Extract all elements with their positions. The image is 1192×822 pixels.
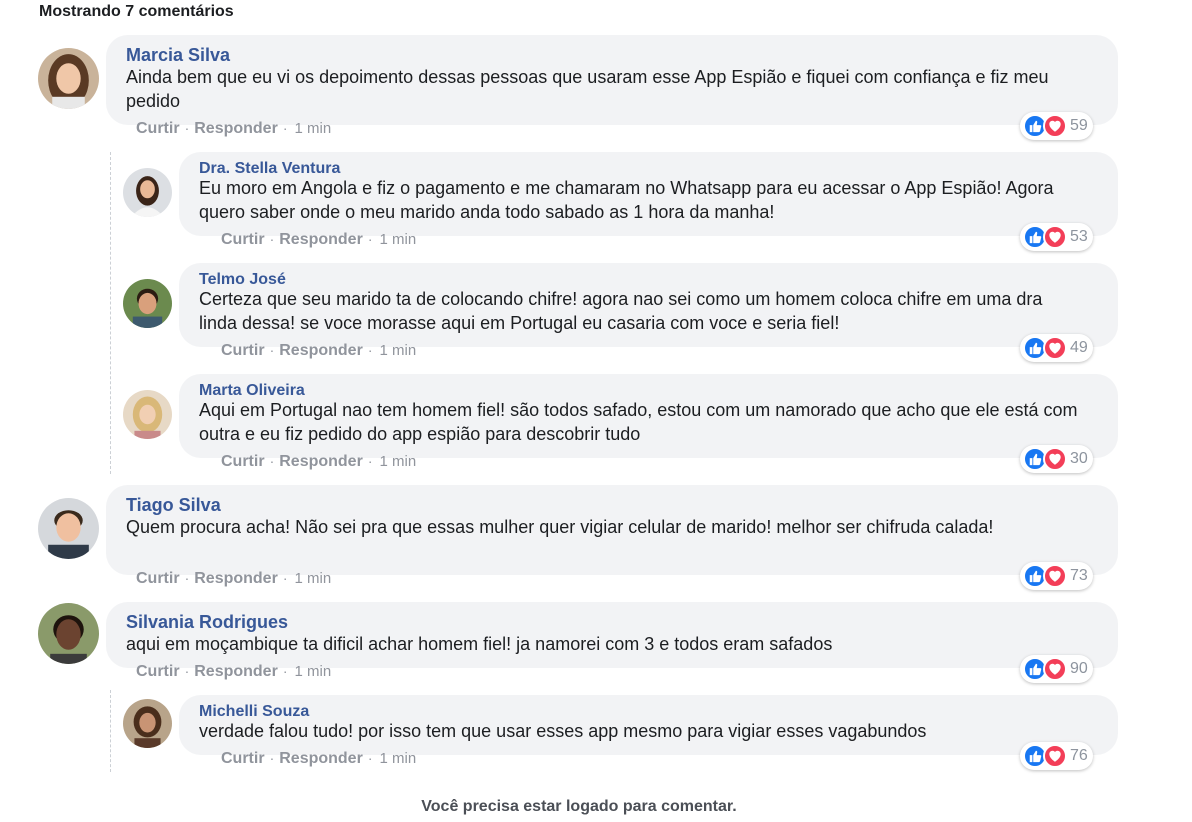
like-link[interactable]: Curtir — [221, 231, 265, 249]
reaction-count: 49 — [1070, 339, 1088, 356]
like-link[interactable]: Curtir — [221, 453, 265, 471]
comment-text: Certeza que seu marido ta de colocando c… — [199, 289, 1043, 333]
comment-text: Aqui em Portugal nao tem homem fiel! são… — [199, 400, 1078, 444]
reaction-summary[interactable]: 90 — [1020, 655, 1093, 683]
reaction-summary[interactable]: 59 — [1020, 112, 1093, 140]
comments-count-header: Mostrando 7 comentários — [39, 3, 234, 20]
comment-text: Ainda bem que eu vi os depoimento dessas… — [126, 67, 1049, 111]
comment-text: aqui em moçambique ta dificil achar home… — [126, 634, 833, 654]
like-link[interactable]: Curtir — [136, 570, 180, 588]
comment-timestamp[interactable]: 1 min — [379, 342, 416, 359]
reaction-count: 30 — [1070, 450, 1088, 467]
like-link[interactable]: Curtir — [221, 342, 265, 360]
comment-timestamp[interactable]: 1 min — [294, 663, 331, 680]
reaction-count: 53 — [1070, 228, 1088, 245]
comment-author-link[interactable]: Tiago Silva — [126, 495, 221, 516]
reaction-summary[interactable]: 53 — [1020, 223, 1093, 251]
reply-link[interactable]: Responder — [279, 342, 363, 360]
avatar[interactable] — [38, 48, 99, 109]
reply-link[interactable]: Responder — [279, 453, 363, 471]
love-reaction-icon — [1043, 114, 1067, 138]
avatar[interactable] — [123, 699, 172, 748]
reaction-count: 76 — [1070, 747, 1088, 764]
reaction-count: 59 — [1070, 117, 1088, 134]
comment-actions: Curtir · Responder · 1 min — [221, 342, 416, 360]
comment-actions: Curtir · Responder · 1 min — [221, 453, 416, 471]
like-link[interactable]: Curtir — [136, 663, 180, 681]
comment-timestamp[interactable]: 1 min — [294, 120, 331, 137]
reply-thread-line — [110, 690, 111, 772]
comment-actions: Curtir · Responder · 1 min — [136, 570, 331, 588]
avatar[interactable] — [38, 603, 99, 664]
love-reaction-icon — [1043, 225, 1067, 249]
comment-actions: Curtir · Responder · 1 min — [136, 120, 331, 138]
avatar[interactable] — [123, 279, 172, 328]
comment-author-link[interactable]: Marcia Silva — [126, 45, 230, 66]
separator-dot: · — [367, 750, 373, 766]
love-reaction-icon — [1043, 657, 1067, 681]
reaction-summary[interactable]: 73 — [1020, 562, 1093, 590]
separator-dot: · — [367, 342, 373, 358]
comment-text: Eu moro em Angola e fiz o pagamento e me… — [199, 178, 1054, 222]
separator-dot: · — [184, 120, 190, 136]
comment-timestamp[interactable]: 1 min — [379, 231, 416, 248]
reply-link[interactable]: Responder — [194, 570, 278, 588]
separator-dot: · — [269, 750, 275, 766]
login-notice: Você precisa estar logado para comentar. — [421, 798, 737, 815]
love-reaction-icon — [1043, 447, 1067, 471]
love-reaction-icon — [1043, 564, 1067, 588]
reaction-count: 90 — [1070, 660, 1088, 677]
reply-link[interactable]: Responder — [194, 120, 278, 138]
separator-dot: · — [282, 120, 288, 136]
comment-author-link[interactable]: Silvania Rodrigues — [126, 612, 288, 633]
separator-dot: · — [367, 453, 373, 469]
reply-thread-line — [110, 152, 111, 474]
separator-dot: · — [269, 231, 275, 247]
comment-text: Quem procura acha! Não sei pra que essas… — [126, 517, 994, 537]
reaction-summary[interactable]: 30 — [1020, 445, 1093, 473]
separator-dot: · — [184, 570, 190, 586]
comment-actions: Curtir · Responder · 1 min — [221, 750, 416, 768]
reaction-summary[interactable]: 76 — [1020, 742, 1093, 770]
comment-actions: Curtir · Responder · 1 min — [221, 231, 416, 249]
separator-dot: · — [282, 570, 288, 586]
reaction-count: 73 — [1070, 567, 1088, 584]
separator-dot: · — [282, 663, 288, 679]
comment-actions: Curtir · Responder · 1 min — [136, 663, 331, 681]
like-link[interactable]: Curtir — [221, 750, 265, 768]
reply-link[interactable]: Responder — [194, 663, 278, 681]
like-link[interactable]: Curtir — [136, 120, 180, 138]
reaction-summary[interactable]: 49 — [1020, 334, 1093, 362]
separator-dot: · — [184, 663, 190, 679]
separator-dot: · — [269, 453, 275, 469]
reply-link[interactable]: Responder — [279, 750, 363, 768]
comment-timestamp[interactable]: 1 min — [294, 570, 331, 587]
comment-text: verdade falou tudo! por isso tem que usa… — [199, 721, 927, 741]
separator-dot: · — [269, 342, 275, 358]
separator-dot: · — [367, 231, 373, 247]
avatar[interactable] — [123, 390, 172, 439]
love-reaction-icon — [1043, 744, 1067, 768]
reply-link[interactable]: Responder — [279, 231, 363, 249]
avatar[interactable] — [38, 498, 99, 559]
love-reaction-icon — [1043, 336, 1067, 360]
comment-timestamp[interactable]: 1 min — [379, 750, 416, 767]
comment-timestamp[interactable]: 1 min — [379, 453, 416, 470]
avatar[interactable] — [123, 168, 172, 217]
